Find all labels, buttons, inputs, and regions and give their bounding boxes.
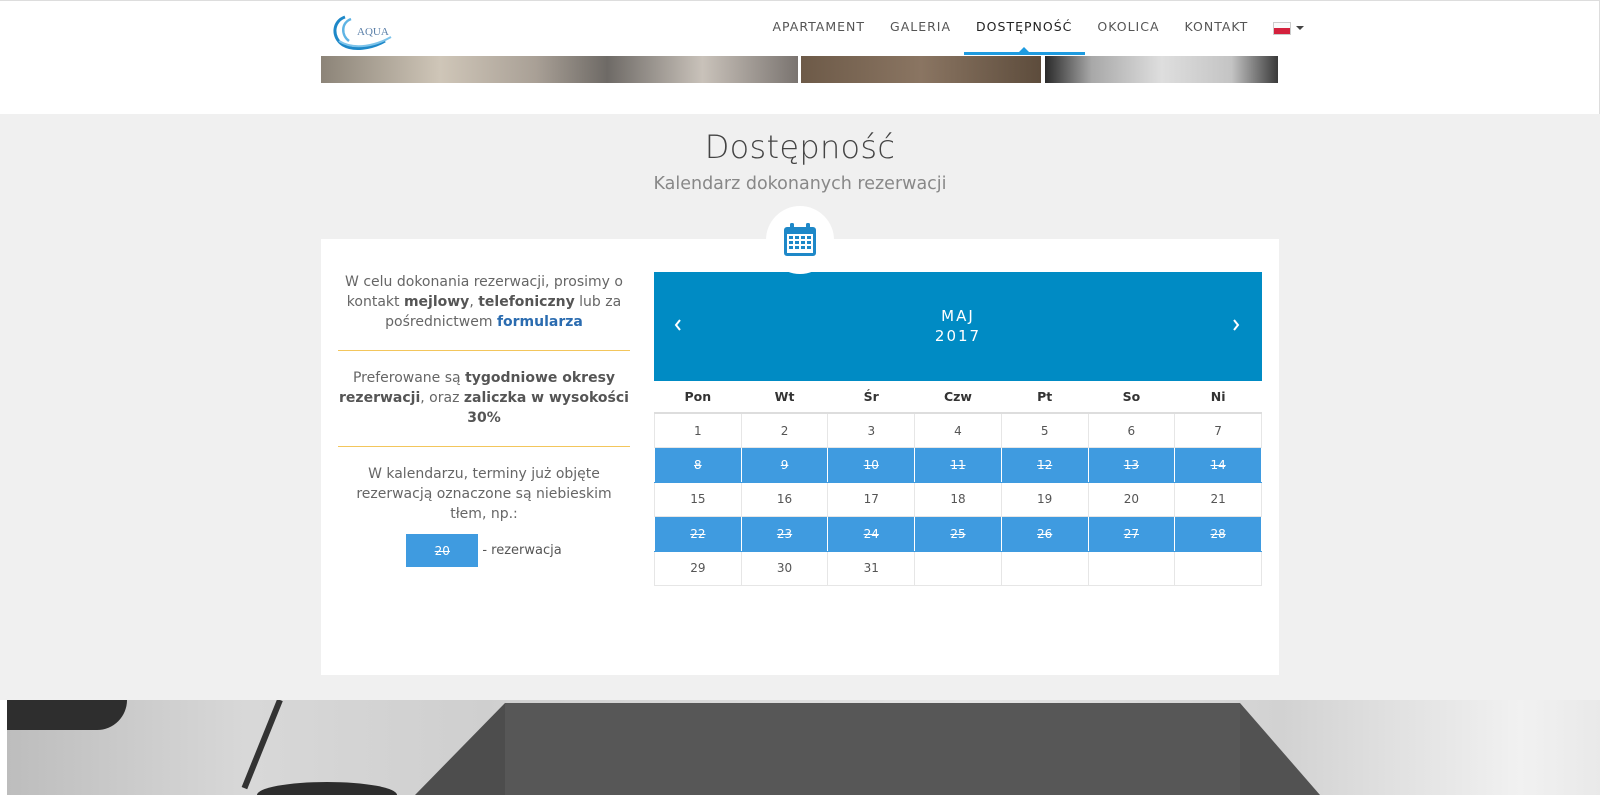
calendar-day-booked[interactable]: 8	[654, 447, 742, 483]
calendar-day[interactable]: 2	[740, 412, 829, 448]
language-dropdown[interactable]	[1261, 1, 1304, 55]
chevron-down-icon	[1295, 26, 1304, 30]
calendar-day[interactable]: 29	[654, 550, 742, 586]
calendar-badge	[766, 206, 834, 274]
calendar-month: MAJ	[941, 307, 975, 325]
calendar-day[interactable]: 31	[827, 550, 916, 586]
chevron-right-icon	[1233, 319, 1240, 331]
weekday-header: Wt	[741, 381, 828, 414]
calendar-day-empty	[1000, 550, 1089, 586]
weekday-header: So	[1088, 381, 1175, 414]
calendar-day-booked[interactable]: 14	[1174, 447, 1262, 483]
calendar-day[interactable]: 4	[914, 412, 1002, 448]
logo[interactable]: AQUA	[331, 11, 393, 51]
header: AQUA APARTAMENT GALERIA DOSTĘPNOŚĆ OKOLI…	[0, 0, 1600, 114]
calendar-day[interactable]: 6	[1087, 412, 1176, 448]
nav-okolica[interactable]: OKOLICA	[1085, 1, 1172, 55]
contact-note: W celu dokonania rezerwacji, prosimy o k…	[345, 274, 623, 330]
calendar-day-booked[interactable]: 27	[1087, 516, 1176, 552]
calendar-week-row: 29 30 31	[654, 550, 1262, 586]
weekday-header: Śr	[827, 381, 915, 414]
divider	[338, 350, 630, 351]
legend: 20 - rezerwacja	[338, 534, 630, 567]
nav-apartament[interactable]: APARTAMENT	[760, 1, 878, 55]
legend-label: - rezerwacja	[482, 542, 562, 558]
calendar-day-booked[interactable]: 10	[827, 447, 916, 483]
calendar-week-row: 22 23 24 25 26 27 28	[654, 516, 1262, 552]
legend-note: W kalendarzu, terminy już objęte rezerwa…	[356, 466, 612, 522]
gallery-photo[interactable]	[321, 56, 798, 83]
weekday-header: Pon	[654, 381, 742, 414]
calendar-year: 2017	[934, 327, 982, 345]
booking-info: W celu dokonania rezerwacji, prosimy o k…	[338, 269, 630, 567]
calendar-day[interactable]: 17	[827, 481, 916, 517]
calendar-icon	[784, 223, 816, 256]
main-nav: APARTAMENT GALERIA DOSTĘPNOŚĆ OKOLICA KO…	[760, 1, 1304, 55]
calendar-week-row: 15 16 17 18 19 20 21	[654, 481, 1262, 517]
calendar-day-booked[interactable]: 11	[914, 447, 1002, 483]
calendar-day-booked[interactable]: 22	[654, 516, 742, 552]
calendar-day[interactable]: 30	[740, 550, 829, 586]
legend-booked-day: 20	[406, 534, 479, 567]
form-link[interactable]: formularza	[497, 314, 583, 330]
calendar-day-booked[interactable]: 25	[914, 516, 1002, 552]
footer-photo	[7, 700, 1600, 795]
weekday-header: Czw	[914, 381, 1002, 414]
calendar-day-booked[interactable]: 9	[740, 447, 829, 483]
calendar-day-booked[interactable]: 12	[1000, 447, 1089, 483]
preferences-note: Preferowane są tygodniowe okresy rezerwa…	[339, 370, 629, 426]
nav-dostepnosc[interactable]: DOSTĘPNOŚĆ	[963, 1, 1086, 55]
calendar-day-empty	[1087, 550, 1176, 586]
calendar-week-row: 8 9 10 11 12 13 14	[654, 447, 1262, 483]
calendar-day[interactable]: 18	[914, 481, 1002, 517]
calendar-day[interactable]: 19	[1000, 481, 1089, 517]
calendar-day[interactable]: 5	[1000, 412, 1089, 448]
calendar-day[interactable]: 21	[1174, 481, 1262, 517]
weekday-header: Ni	[1174, 381, 1262, 414]
calendar-day-booked[interactable]: 13	[1087, 447, 1176, 483]
gallery-photo[interactable]	[801, 56, 1041, 83]
availability-section: Dostępność Kalendarz dokonanych rezerwac…	[0, 114, 1600, 700]
calendar-week-row: 1234567	[654, 412, 1262, 448]
calendar-day-booked[interactable]: 28	[1174, 516, 1262, 552]
calendar-day[interactable]: 1	[654, 412, 742, 448]
section-title: Dostępność	[704, 128, 896, 166]
calendar: MAJ 2017 Pon Wt Śr Czw Pt So Ni 1 2 3 4 5 6 7 8 9 10 11 1…	[654, 272, 1262, 586]
section-subtitle: Kalendarz dokonanych rezerwacji	[653, 174, 947, 194]
divider	[338, 446, 630, 447]
calendar-day[interactable]: 15	[654, 481, 742, 517]
calendar-day-booked[interactable]: 23	[740, 516, 829, 552]
next-month-button[interactable]	[1226, 314, 1246, 336]
calendar-header: MAJ 2017	[654, 272, 1262, 381]
calendar-grid: Pon Wt Śr Czw Pt So Ni 1 2 3 4 5 6 7 8 9 10 11 12 13 14 15 16…	[654, 381, 1262, 586]
calendar-day-empty	[914, 550, 1002, 586]
calendar-day-booked[interactable]: 24	[827, 516, 916, 552]
calendar-day[interactable]: 16	[740, 481, 829, 517]
calendar-day[interactable]: 20	[1087, 481, 1176, 517]
nav-galeria[interactable]: GALERIA	[878, 1, 964, 55]
poland-flag-icon	[1272, 21, 1291, 35]
calendar-day-booked[interactable]: 26	[1000, 516, 1089, 552]
gallery-photo[interactable]	[1045, 56, 1278, 83]
calendar-day[interactable]: 7	[1174, 412, 1262, 448]
availability-card: W celu dokonania rezerwacji, prosimy o k…	[321, 239, 1279, 675]
weekday-header: Pt	[1001, 381, 1089, 414]
calendar-day-empty	[1174, 550, 1262, 586]
svg-text:AQUA: AQUA	[357, 26, 389, 38]
nav-kontakt[interactable]: KONTAKT	[1172, 1, 1261, 55]
calendar-day[interactable]: 3	[827, 412, 916, 448]
